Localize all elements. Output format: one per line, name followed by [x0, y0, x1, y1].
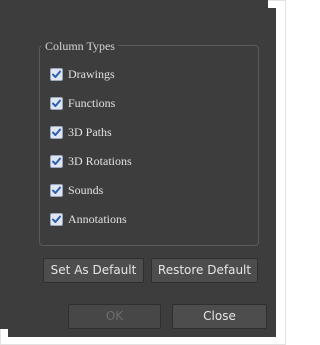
- sounds-label: Sounds: [68, 183, 104, 197]
- 3d-rotations-checkbox[interactable]: [50, 154, 63, 168]
- sounds-checkbox[interactable]: [50, 183, 63, 197]
- checkbox-row-sounds[interactable]: Sounds: [50, 182, 103, 198]
- annotations-checkbox[interactable]: [50, 212, 63, 226]
- checkbox-row-drawings[interactable]: Drawings: [50, 66, 115, 82]
- 3d-rotations-label: 3D Rotations: [68, 154, 132, 168]
- functions-checkbox[interactable]: [50, 96, 63, 110]
- 3d-paths-label: 3D Paths: [68, 125, 112, 139]
- column-types-group-title: Column Types: [42, 39, 118, 53]
- drawings-checkbox[interactable]: [50, 67, 63, 81]
- checkmark-icon: [52, 128, 61, 136]
- set-as-default-button[interactable]: Set As Default: [43, 258, 144, 283]
- drawings-label: Drawings: [68, 67, 115, 81]
- checkbox-row-3d-rotations[interactable]: 3D Rotations: [50, 153, 132, 169]
- restore-default-button[interactable]: Restore Default: [151, 258, 258, 283]
- functions-label: Functions: [68, 96, 116, 110]
- 3d-paths-checkbox[interactable]: [50, 125, 63, 139]
- checkbox-row-3d-paths[interactable]: 3D Paths: [50, 124, 112, 140]
- checkbox-row-functions[interactable]: Functions: [50, 95, 115, 111]
- annotations-label: Annotations: [68, 212, 127, 226]
- close-button[interactable]: Close: [172, 304, 267, 329]
- checkmark-icon: [52, 186, 61, 194]
- ok-button[interactable]: OK: [68, 304, 161, 329]
- checkbox-row-annotations[interactable]: Annotations: [50, 211, 127, 227]
- checkmark-icon: [52, 215, 61, 223]
- checkmark-icon: [52, 99, 61, 107]
- checkmark-icon: [52, 70, 61, 78]
- checkmark-icon: [52, 157, 61, 165]
